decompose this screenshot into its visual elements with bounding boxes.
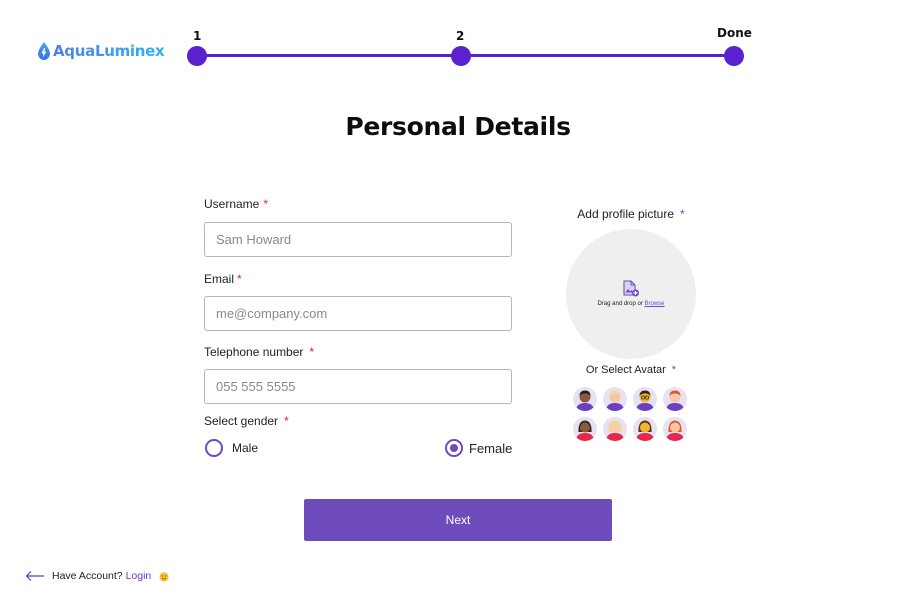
female-avatar-dark-skin-icon[interactable] bbox=[573, 417, 597, 441]
select-avatar-label-text: Or Select Avatar bbox=[585, 364, 666, 376]
drop-zone-instruction: Drag and drop or bbox=[597, 301, 643, 307]
profile-picture-label: Add profile picture * bbox=[566, 207, 696, 221]
username-input[interactable] bbox=[204, 222, 512, 257]
username-label: Username * bbox=[204, 197, 268, 211]
required-asterisk: * bbox=[237, 272, 242, 286]
required-asterisk: * bbox=[309, 345, 315, 359]
username-label-text: Username bbox=[204, 197, 260, 211]
gender-label: Select gender * bbox=[204, 414, 289, 428]
male-avatar-redhead-icon[interactable] bbox=[663, 387, 687, 411]
profile-picture-label-text: Add profile picture bbox=[577, 207, 675, 221]
step-label-done: Done bbox=[717, 26, 752, 40]
brand-name: AquaLuminex bbox=[53, 42, 165, 60]
have-account-label: Have Account? bbox=[52, 570, 123, 582]
gender-female-radio[interactable] bbox=[445, 439, 463, 457]
water-drop-icon bbox=[38, 42, 50, 60]
drop-zone-text: Drag and drop or Browse bbox=[566, 301, 696, 307]
gender-female-label[interactable]: Female bbox=[469, 441, 512, 456]
arrow-left-icon[interactable] bbox=[25, 570, 45, 582]
required-asterisk: * bbox=[263, 197, 269, 211]
page-title: Personal Details bbox=[345, 112, 571, 141]
step-dot-done[interactable] bbox=[724, 46, 744, 66]
select-avatar-label: Or Select Avatar * bbox=[566, 364, 696, 376]
gender-male-radio[interactable] bbox=[205, 439, 223, 457]
male-avatar-glasses-icon[interactable] bbox=[633, 387, 657, 411]
telephone-label: Telephone number * bbox=[204, 345, 314, 359]
brand-logo: AquaLuminex bbox=[38, 42, 165, 60]
step-label-1: 1 bbox=[193, 29, 202, 43]
step-dot-2[interactable] bbox=[451, 46, 471, 66]
male-avatar-dark-skin-icon[interactable] bbox=[573, 387, 597, 411]
step-dot-1[interactable] bbox=[187, 46, 207, 66]
female-avatar-brunette-icon[interactable] bbox=[633, 417, 657, 441]
login-link[interactable]: Login bbox=[126, 570, 152, 582]
profile-picture-drop-zone[interactable]: Drag and drop or Browse bbox=[566, 229, 696, 359]
email-label: Email * bbox=[204, 272, 242, 286]
required-asterisk: * bbox=[284, 414, 289, 428]
browse-link[interactable]: Browse bbox=[645, 301, 665, 307]
required-asterisk: * bbox=[671, 364, 677, 376]
email-input[interactable] bbox=[204, 296, 512, 331]
male-avatar-blond-icon[interactable] bbox=[603, 387, 627, 411]
have-account-text: Have Account? Login bbox=[52, 570, 151, 582]
telephone-label-text: Telephone number bbox=[204, 345, 304, 359]
email-label-text: Email bbox=[204, 272, 235, 286]
telephone-input[interactable] bbox=[204, 369, 512, 404]
female-avatar-redhead-icon[interactable] bbox=[663, 417, 687, 441]
smiley-emoji-icon bbox=[159, 572, 169, 582]
female-avatar-blonde-icon[interactable] bbox=[603, 417, 627, 441]
gender-male-label[interactable]: Male bbox=[232, 441, 258, 455]
image-upload-icon bbox=[623, 280, 639, 297]
required-asterisk: * bbox=[680, 207, 685, 221]
next-button[interactable]: Next bbox=[304, 499, 612, 541]
step-label-2: 2 bbox=[456, 29, 465, 43]
gender-label-text: Select gender bbox=[204, 414, 279, 428]
